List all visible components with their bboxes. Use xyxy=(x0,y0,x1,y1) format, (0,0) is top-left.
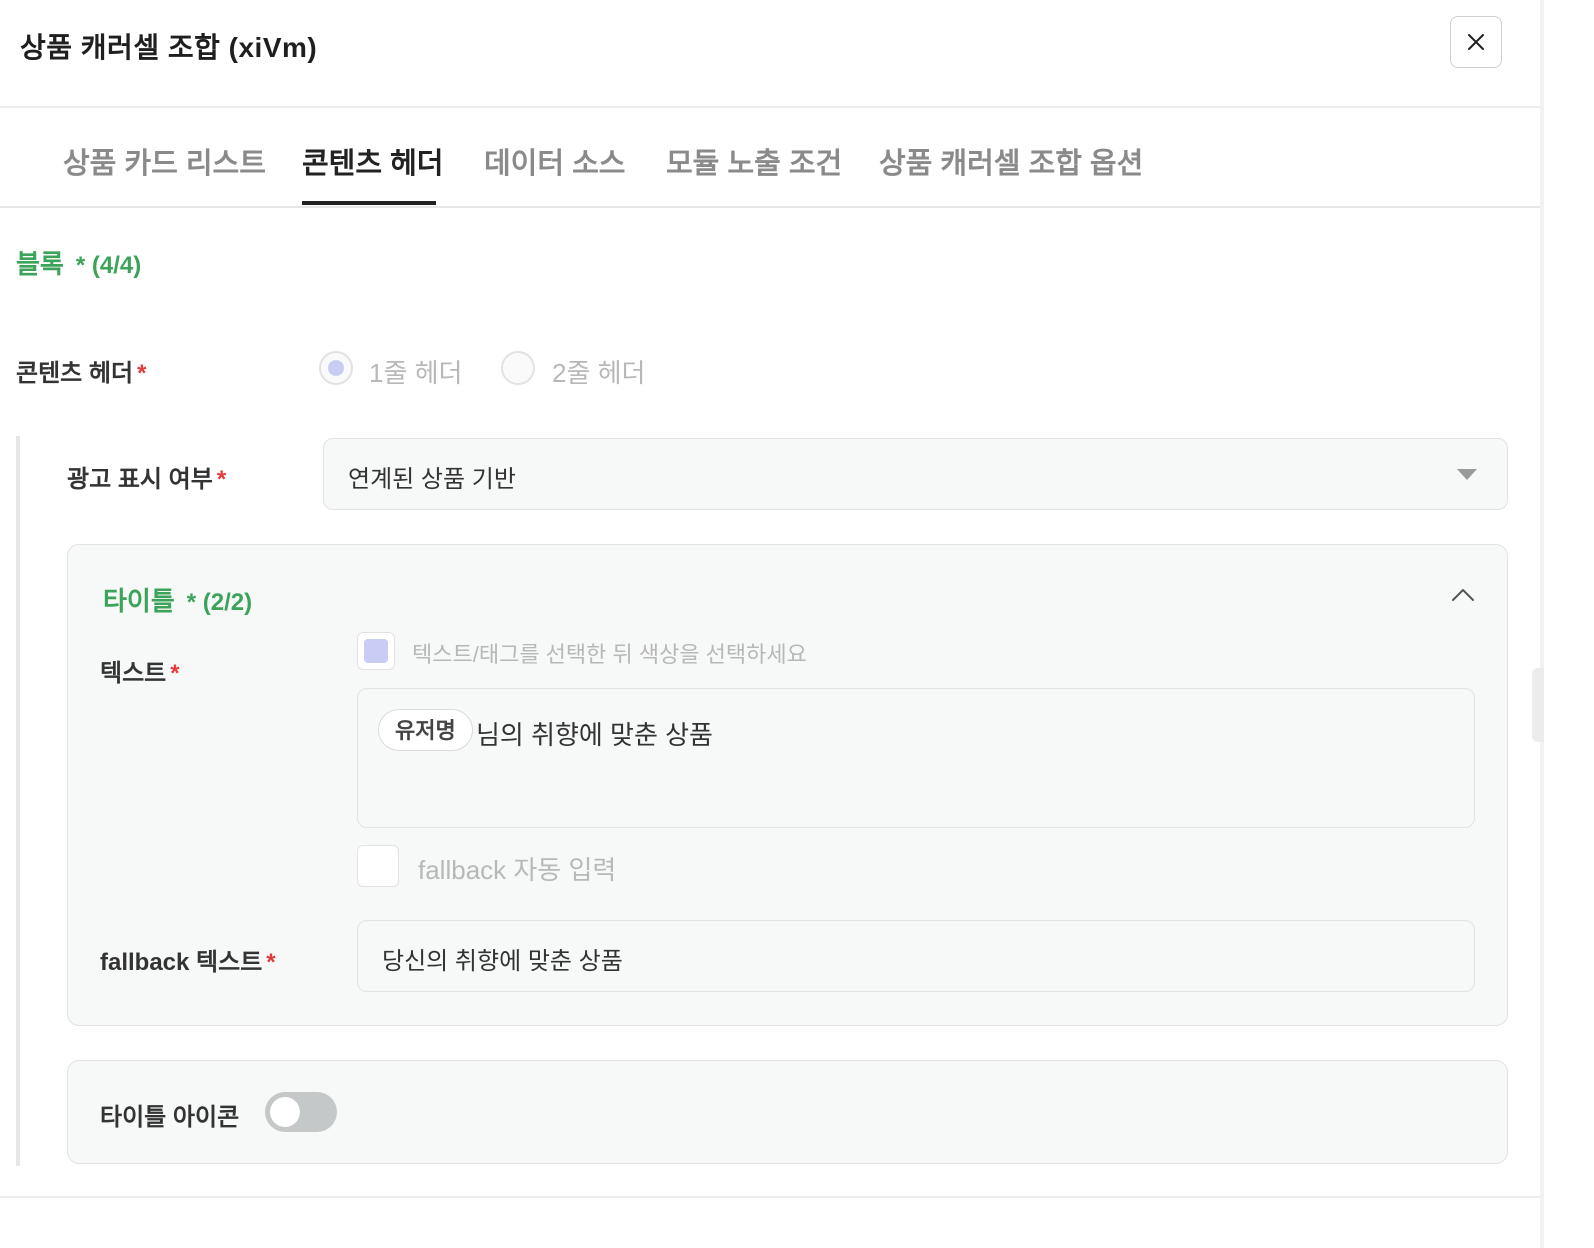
scrollbar-thumb[interactable] xyxy=(1532,668,1544,742)
ad-display-select[interactable]: 연계된 상품 기반 xyxy=(323,438,1508,510)
toggle-knob xyxy=(270,1097,300,1127)
user-name-tag-chip[interactable]: 유저명 xyxy=(378,709,473,751)
content-header-label: 콘텐츠 헤더 * xyxy=(16,353,146,388)
active-tab-indicator xyxy=(302,201,436,205)
required-mark: * xyxy=(216,466,227,493)
required-mark: * xyxy=(266,949,276,976)
radio-one-line-header[interactable] xyxy=(319,351,353,385)
title-text-value: 님의 취향에 맞춘 상품 xyxy=(476,720,713,750)
color-hint-text: 텍스트/태그를 선택한 뒤 색상을 선택하세요 xyxy=(412,642,807,667)
scrollbar-track xyxy=(1540,0,1544,1248)
ad-display-label-text: 광고 표시 여부 xyxy=(67,466,213,493)
radio-selected-dot xyxy=(328,360,344,376)
tab-carousel-options[interactable]: 상품 캐러셀 조합 옵션 xyxy=(879,140,1143,182)
text-field-label: 텍스트 * xyxy=(100,653,180,688)
fallback-auto-checkbox-label[interactable]: fallback 자동 입력 xyxy=(418,850,616,887)
chevron-up-icon[interactable] xyxy=(1449,585,1477,605)
tab-product-card-list[interactable]: 상품 카드 리스트 xyxy=(63,140,266,182)
fallback-text-input[interactable]: 당신의 취향에 맞춘 상품 xyxy=(357,920,1475,992)
radio-one-line-header-label[interactable]: 1줄 헤더 xyxy=(369,353,462,390)
close-button[interactable] xyxy=(1450,16,1502,68)
required-mark: * xyxy=(170,660,180,687)
title-icon-label: 타이틀 아이콘 xyxy=(100,1104,240,1131)
tab-content-header[interactable]: 콘텐츠 헤더 xyxy=(302,140,443,182)
tab-bar: 상품 카드 리스트 콘텐츠 헤더 데이터 소스 모듈 노출 조건 상품 캐러셀 … xyxy=(0,108,1540,208)
text-field-label-text: 텍스트 xyxy=(100,660,167,687)
page-title: 상품 캐러셀 조합 (xiVm) xyxy=(20,32,318,63)
ad-display-label: 광고 표시 여부 * xyxy=(67,459,226,494)
fallback-text-label-text: fallback 텍스트 xyxy=(100,949,263,976)
block-section-title: 블록 * (4/4) xyxy=(16,244,141,281)
title-icon-toggle[interactable] xyxy=(265,1092,337,1132)
color-picker-checkbox[interactable] xyxy=(357,632,395,670)
footer-divider xyxy=(0,1196,1540,1198)
color-swatch xyxy=(364,639,388,663)
fallback-text-value: 당신의 취향에 맞춘 상품 xyxy=(382,948,623,975)
tab-data-source[interactable]: 데이터 소스 xyxy=(484,140,625,182)
modal-header: 상품 캐러셀 조합 (xiVm) xyxy=(0,0,1540,108)
nested-section-rule xyxy=(16,436,20,1166)
content-header-label-text: 콘텐츠 헤더 xyxy=(16,360,134,387)
fallback-auto-checkbox[interactable] xyxy=(357,845,399,887)
chevron-down-icon xyxy=(1457,469,1477,480)
ad-display-select-value: 연계된 상품 기반 xyxy=(348,466,516,493)
fallback-text-label: fallback 텍스트 * xyxy=(100,942,276,977)
block-label: 블록 xyxy=(16,249,64,279)
tab-module-display-conditions[interactable]: 모듈 노출 조건 xyxy=(666,140,842,182)
close-icon xyxy=(1468,34,1484,50)
title-card-heading: 타이틀 * (2/2) xyxy=(103,581,252,618)
radio-two-line-header[interactable] xyxy=(501,351,535,385)
radio-two-line-header-label[interactable]: 2줄 헤더 xyxy=(552,353,645,390)
block-count: * (4/4) xyxy=(75,252,142,279)
required-mark: * xyxy=(137,360,147,387)
title-text-editor[interactable]: 유저명 님의 취향에 맞춘 상품 xyxy=(357,688,1475,828)
title-card-count: * (2/2) xyxy=(186,589,253,616)
title-card-label: 타이틀 xyxy=(103,586,175,616)
